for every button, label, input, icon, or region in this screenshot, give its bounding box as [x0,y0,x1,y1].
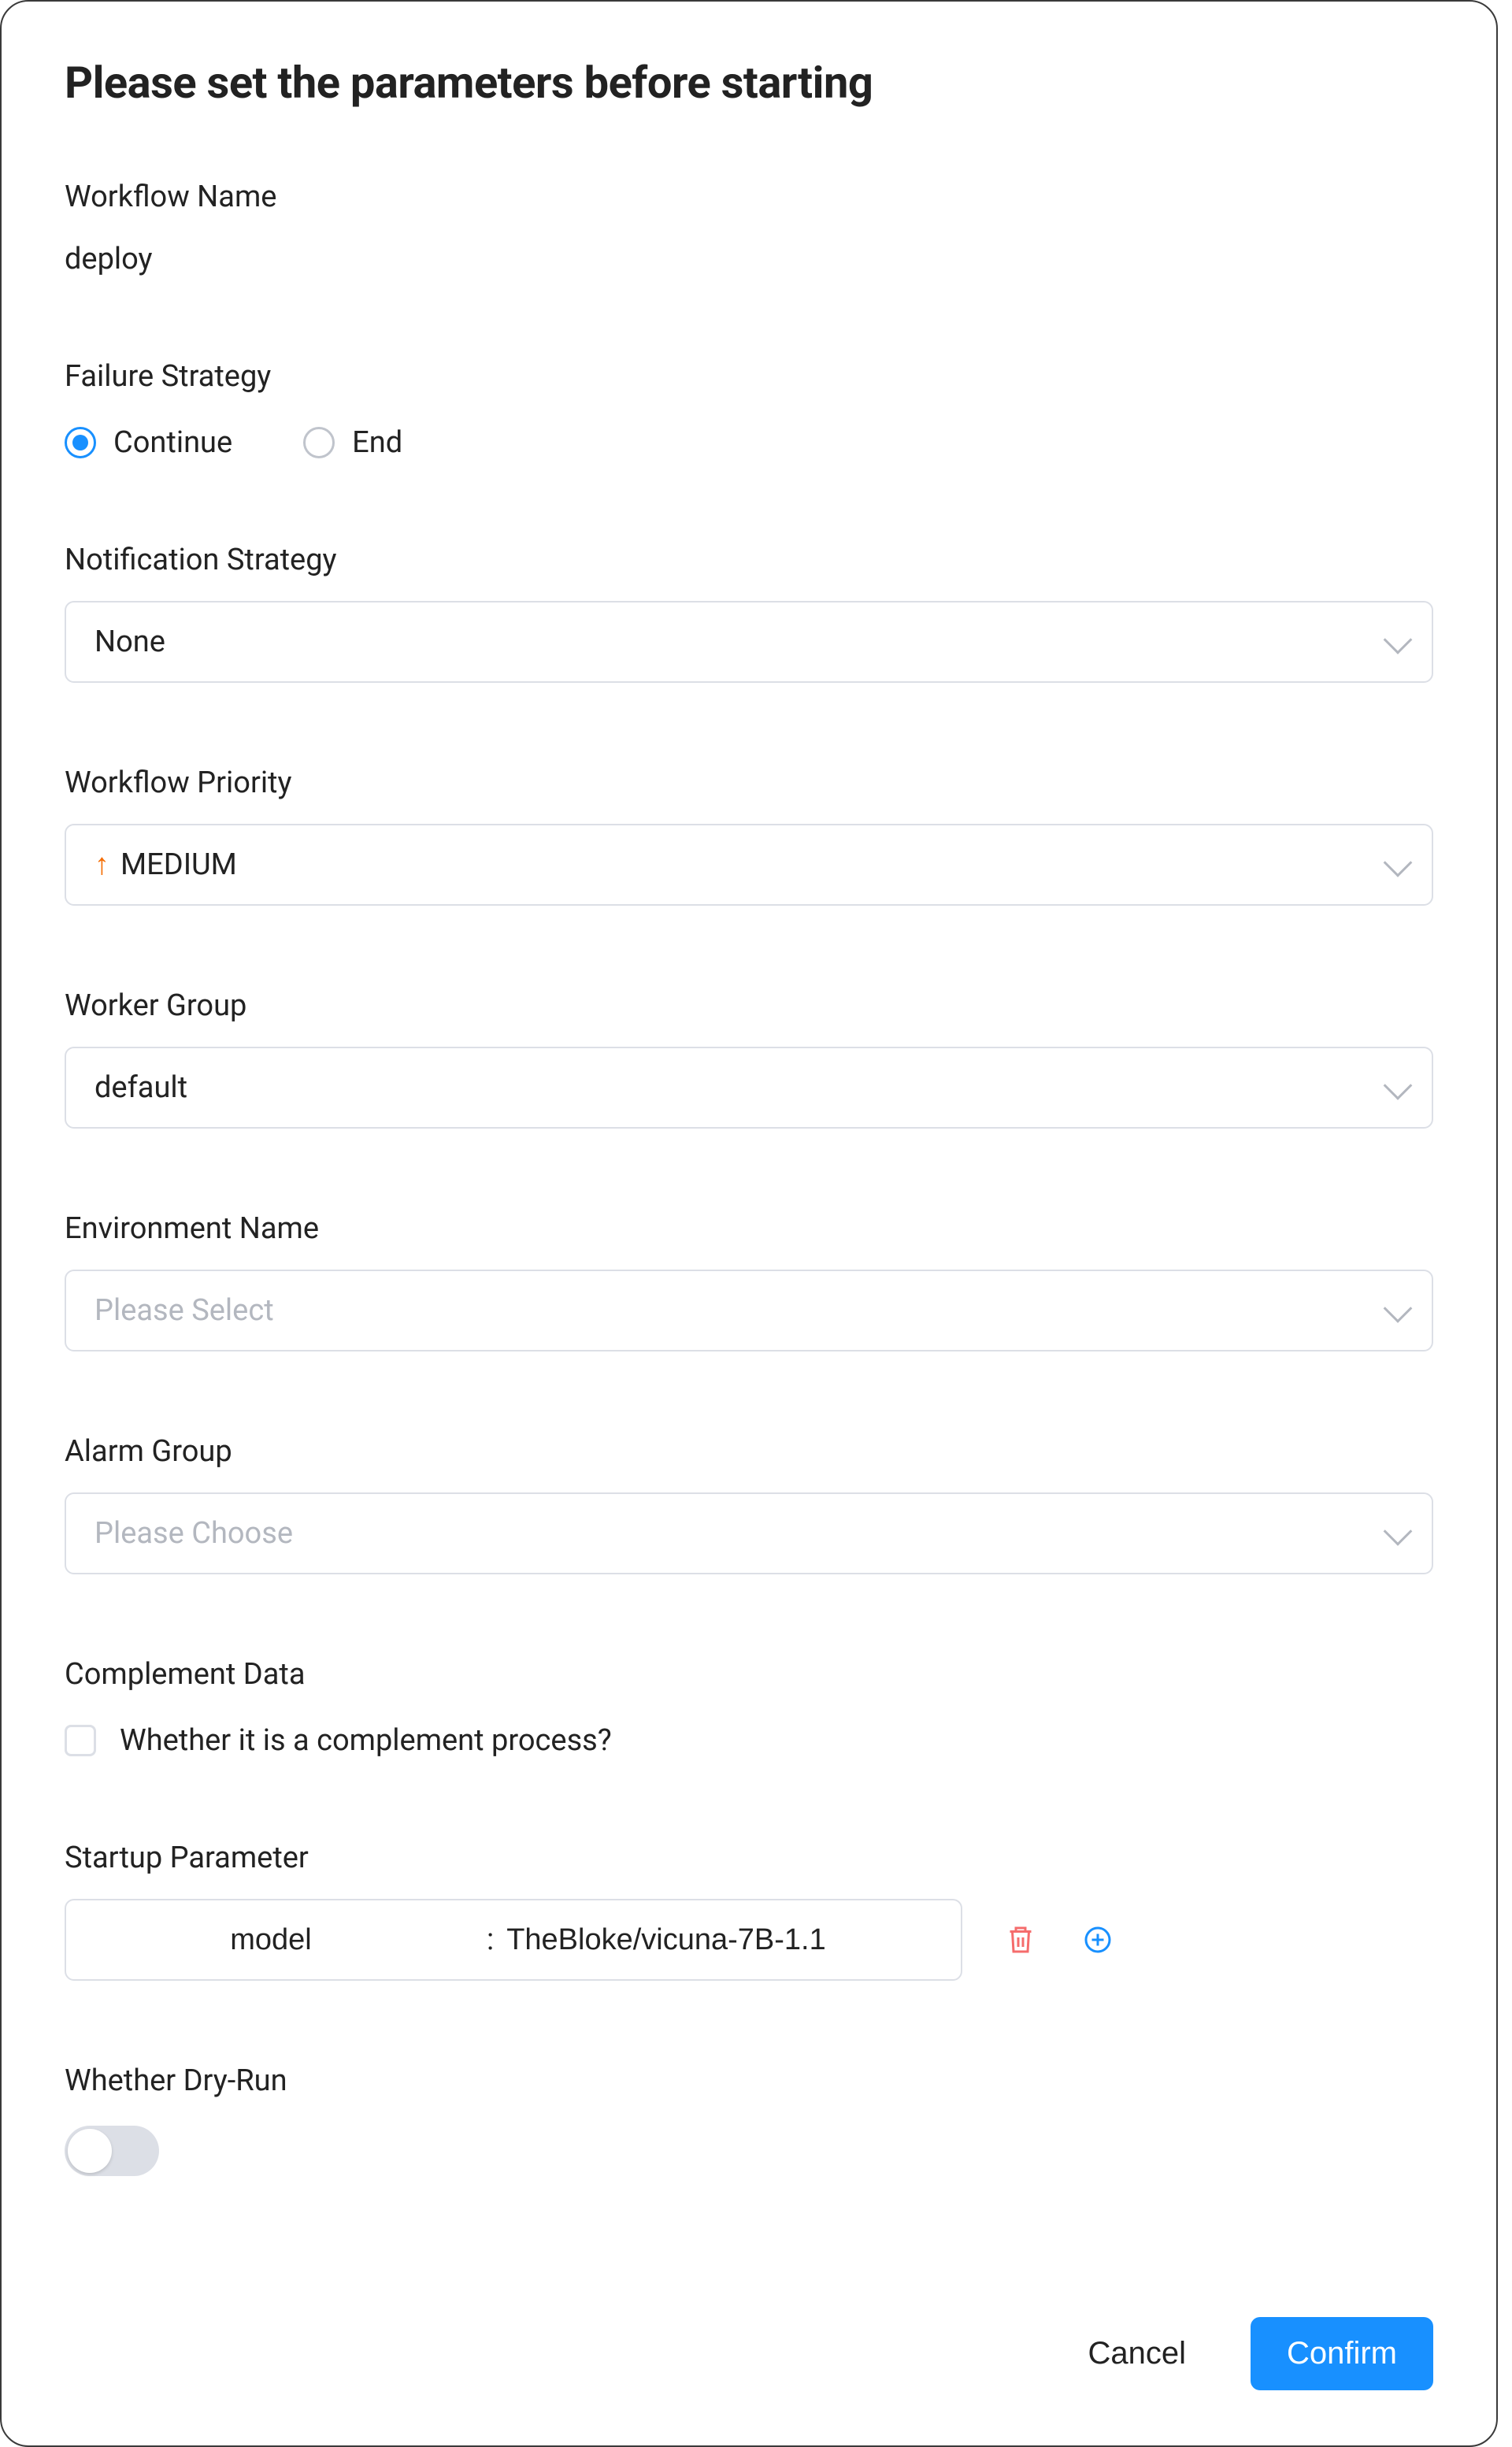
workflow-priority-select[interactable]: ↑ MEDIUM [65,824,1433,906]
startup-parameter-row: : [65,1899,1433,1981]
startup-parameter-label: Startup Parameter [65,1841,1433,1875]
workflow-name-field: Workflow Name deploy [65,180,1433,276]
complement-data-field: Complement Data Whether it is a compleme… [65,1657,1433,1758]
notification-strategy-select[interactable]: None [65,601,1433,683]
delete-parameter-button[interactable] [1002,1921,1040,1959]
workflow-name-value: deploy [65,242,1433,276]
startup-parameter-value-input[interactable] [505,1900,961,1979]
failure-strategy-end-radio[interactable]: End [303,425,402,460]
startup-parameter-field: Startup Parameter : [65,1841,1433,1981]
failure-strategy-field: Failure Strategy Continue End [65,359,1433,460]
workflow-priority-label: Workflow Priority [65,766,1433,800]
notification-strategy-label: Notification Strategy [65,543,1433,577]
confirm-button[interactable]: Confirm [1251,2317,1433,2390]
radio-icon [65,427,96,458]
parameters-form: Workflow Name deploy Failure Strategy Co… [2,109,1496,2176]
complement-data-label: Complement Data [65,1657,1433,1692]
worker-group-label: Worker Group [65,988,1433,1023]
environment-name-select[interactable]: Please Select [65,1270,1433,1351]
trash-icon [1006,1924,1035,1956]
environment-name-field: Environment Name Please Select [65,1211,1433,1351]
chevron-down-icon [1384,1294,1413,1323]
complement-data-checkbox-row: Whether it is a complement process? [65,1723,1433,1758]
notification-strategy-field: Notification Strategy None [65,543,1433,683]
workflow-name-label: Workflow Name [65,180,1433,214]
select-value: MEDIUM [120,847,237,882]
colon-separator: : [476,1922,505,1957]
select-value: default [94,1070,187,1105]
startup-parameter-key-input[interactable] [66,1900,476,1979]
start-parameters-modal: Please set the parameters before startin… [0,0,1498,2447]
failure-strategy-radio-group: Continue End [65,425,1433,460]
worker-group-field: Worker Group default [65,988,1433,1129]
failure-strategy-continue-radio[interactable]: Continue [65,425,232,460]
environment-name-label: Environment Name [65,1211,1433,1246]
select-placeholder: Please Choose [94,1516,293,1551]
arrow-up-icon: ↑ [94,850,109,880]
select-value: None [94,625,165,659]
radio-label: End [352,425,402,460]
chevron-down-icon [1384,1517,1413,1546]
radio-label: Continue [113,425,232,460]
modal-footer: Cancel Confirm [1070,2317,1433,2390]
dry-run-field: Whether Dry-Run [65,2063,1433,2176]
select-placeholder: Please Select [94,1293,274,1328]
cancel-button[interactable]: Cancel [1070,2322,1203,2386]
dry-run-switch[interactable] [65,2126,159,2176]
complement-data-checkbox-label: Whether it is a complement process? [120,1723,612,1758]
dry-run-label: Whether Dry-Run [65,2063,1433,2098]
modal-title: Please set the parameters before startin… [65,57,1496,109]
workflow-priority-field: Workflow Priority ↑ MEDIUM [65,766,1433,906]
alarm-group-field: Alarm Group Please Choose [65,1434,1433,1574]
radio-icon [303,427,335,458]
plus-circle-icon [1084,1924,1112,1956]
worker-group-select[interactable]: default [65,1047,1433,1129]
complement-data-checkbox[interactable] [65,1725,96,1756]
add-parameter-button[interactable] [1079,1921,1117,1959]
startup-parameter-input-group: : [65,1899,962,1981]
switch-knob [68,2129,112,2173]
alarm-group-label: Alarm Group [65,1434,1433,1469]
chevron-down-icon [1384,848,1413,877]
chevron-down-icon [1384,1071,1413,1100]
failure-strategy-label: Failure Strategy [65,359,1433,394]
chevron-down-icon [1384,625,1413,654]
alarm-group-select[interactable]: Please Choose [65,1492,1433,1574]
